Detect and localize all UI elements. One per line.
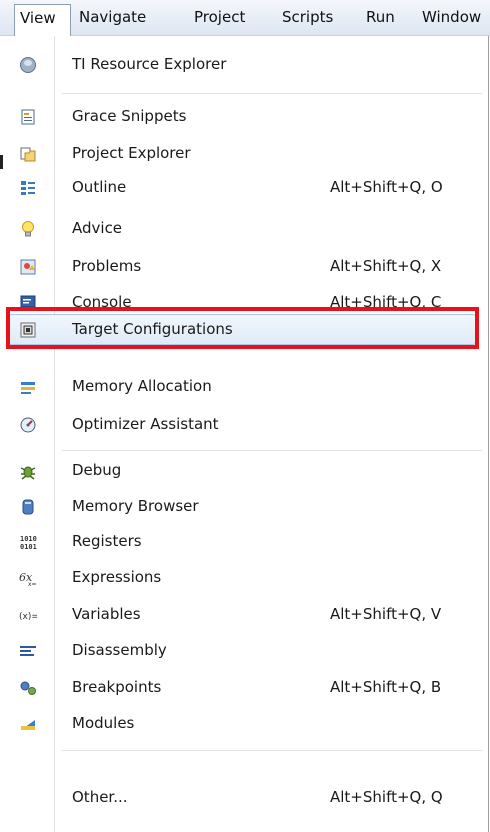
menu-item-shortcut: Alt+Shift+Q, Q (330, 788, 443, 806)
menu-item-label: Grace Snippets (72, 107, 187, 125)
variables-icon: (x)= (18, 605, 38, 625)
background-window-edge (0, 155, 3, 169)
menu-item-expressions[interactable]: 6x x= Expressions (0, 561, 487, 594)
menu-bar: View Navigate Project Scripts Run Window (0, 0, 490, 36)
menu-item-label: Outline (72, 178, 127, 196)
menu-item-shortcut: Alt+Shift+Q, O (330, 178, 443, 196)
menu-item-label: Memory Browser (72, 497, 199, 515)
menu-item-project-explorer[interactable]: Project Explorer (0, 137, 487, 170)
memory-allocation-icon (18, 377, 38, 397)
menu-item-label: Modules (72, 714, 135, 732)
menu-item-debug[interactable]: Debug (0, 454, 487, 487)
highlight-annotation-box (6, 307, 479, 349)
menu-item-label: Advice (72, 219, 123, 237)
modules-icon (18, 714, 38, 734)
disassembly-icon (18, 641, 38, 661)
svg-text:(x)=: (x)= (19, 612, 37, 622)
menu-item-breakpoints[interactable]: Breakpoints Alt+Shift+Q, B (0, 671, 487, 704)
memory-browser-icon (18, 497, 38, 517)
menu-item-label: Other... (72, 788, 128, 806)
folder-icon (18, 144, 38, 164)
menu-item-label: Memory Allocation (72, 377, 212, 395)
menu-navigate[interactable]: Navigate (79, 4, 146, 31)
menu-item-problems[interactable]: Problems Alt+Shift+Q, X (0, 250, 487, 283)
menu-item-label: Problems (72, 257, 142, 275)
menu-item-shortcut: Alt+Shift+Q, B (330, 678, 442, 696)
menu-run[interactable]: Run (366, 4, 395, 31)
menu-scripts[interactable]: Scripts (282, 4, 333, 31)
menu-item-variables[interactable]: (x)= Variables Alt+Shift+Q, V (0, 598, 487, 631)
lightbulb-icon (18, 219, 38, 239)
menu-item-advice[interactable]: Advice (0, 212, 487, 245)
menu-separator (62, 750, 482, 751)
menu-item-label: Breakpoints (72, 678, 162, 696)
globe-icon (18, 55, 38, 75)
svg-text:0101: 0101 (20, 543, 37, 551)
menu-view[interactable]: View (14, 4, 71, 36)
menu-item-label: Debug (72, 461, 122, 479)
outline-icon (18, 178, 38, 198)
menu-separator (62, 450, 482, 451)
menu-window[interactable]: Window (422, 4, 481, 31)
menu-separator (62, 93, 482, 94)
registers-icon: 1010 0101 (18, 532, 38, 552)
svg-text:1010: 1010 (20, 535, 37, 543)
menu-item-shortcut: Alt+Shift+Q, X (330, 257, 442, 275)
menu-item-label: Project Explorer (72, 144, 191, 162)
breakpoints-icon (18, 678, 38, 698)
menu-item-label: TI Resource Explorer (72, 55, 227, 73)
menu-item-other[interactable]: Other... Alt+Shift+Q, Q (0, 781, 487, 814)
menu-item-memory-browser[interactable]: Memory Browser (0, 490, 487, 523)
menu-item-registers[interactable]: 1010 0101 Registers (0, 525, 487, 558)
svg-text:x=: x= (28, 581, 37, 587)
expressions-icon: 6x x= (18, 568, 38, 588)
problems-icon (18, 257, 38, 277)
menu-item-label: Optimizer Assistant (72, 415, 219, 433)
menu-item-label: Disassembly (72, 641, 167, 659)
menu-item-optimizer-assistant[interactable]: Optimizer Assistant (0, 408, 487, 441)
menu-item-shortcut: Alt+Shift+Q, V (330, 605, 442, 623)
menu-item-label: Expressions (72, 568, 162, 586)
bug-icon (18, 461, 38, 481)
optimizer-icon (18, 415, 38, 435)
menu-item-label: Variables (72, 605, 141, 623)
menu-item-label: Registers (72, 532, 142, 550)
menu-item-outline[interactable]: Outline Alt+Shift+Q, O (0, 171, 487, 204)
snippets-icon (18, 107, 38, 127)
menu-item-memory-allocation[interactable]: Memory Allocation (0, 370, 487, 403)
menu-item-modules[interactable]: Modules (0, 707, 487, 740)
menu-item-disassembly[interactable]: Disassembly (0, 634, 487, 667)
view-dropdown-menu: TI Resource Explorer Grace Snippets Proj… (0, 36, 489, 832)
menu-item-grace-snippets[interactable]: Grace Snippets (0, 100, 487, 133)
menu-project[interactable]: Project (194, 4, 245, 31)
menu-item-ti-resource-explorer[interactable]: TI Resource Explorer (0, 48, 487, 81)
